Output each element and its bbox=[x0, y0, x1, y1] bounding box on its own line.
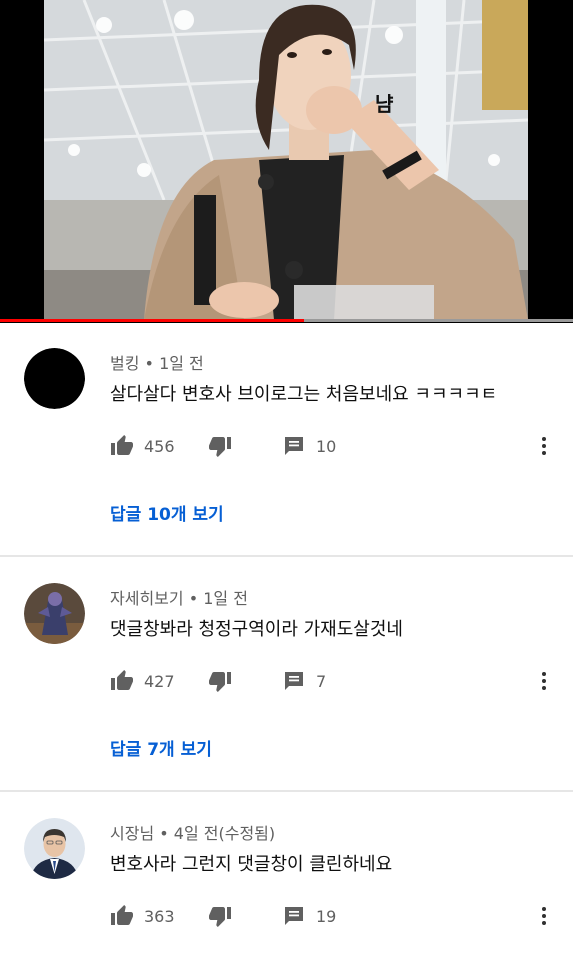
like-count: 456 bbox=[144, 436, 175, 456]
thumbs-up-icon bbox=[111, 670, 133, 690]
comment-icon bbox=[285, 907, 303, 925]
thumbs-down-icon bbox=[209, 907, 231, 927]
thumbs-down-icon bbox=[209, 437, 231, 457]
avatar[interactable] bbox=[24, 348, 85, 409]
comment-time: • 1일 전 bbox=[188, 589, 248, 608]
comment-author[interactable]: 벌킹 bbox=[110, 354, 139, 373]
comment-author[interactable]: 자세히보기 bbox=[110, 589, 184, 608]
comment-text: 변호사라 그런지 댓글창이 클린하네요 bbox=[110, 854, 393, 875]
game-character-avatar-icon bbox=[24, 583, 85, 644]
suited-man-avatar-icon bbox=[24, 818, 85, 879]
dislike-button[interactable] bbox=[208, 669, 232, 693]
divider bbox=[0, 790, 573, 792]
progress-bar[interactable] bbox=[0, 319, 573, 322]
video-scene bbox=[44, 0, 528, 320]
reply-count: 19 bbox=[316, 906, 337, 926]
comment-time: • 1일 전 bbox=[144, 354, 204, 373]
video-player[interactable]: 냠 bbox=[0, 0, 573, 323]
like-button[interactable]: 427 bbox=[110, 669, 175, 693]
comment-time: • 4일 전(수정됨) bbox=[159, 824, 276, 843]
reply-button[interactable]: 19 bbox=[282, 904, 336, 928]
more-options-button[interactable] bbox=[532, 434, 556, 458]
thumbs-up-icon bbox=[111, 435, 133, 455]
avatar[interactable] bbox=[24, 583, 85, 644]
view-replies-link[interactable]: 답글 7개 보기 bbox=[110, 735, 212, 760]
reply-count: 10 bbox=[316, 436, 337, 456]
avatar[interactable] bbox=[24, 818, 85, 879]
comment-meta: 시장님 • 4일 전(수정됨) bbox=[110, 820, 275, 844]
reply-button[interactable]: 10 bbox=[282, 434, 336, 458]
comment-actions: 363 19 bbox=[110, 904, 560, 928]
thumbs-down-icon bbox=[209, 672, 231, 692]
black-circle-avatar-icon bbox=[24, 348, 85, 409]
like-count: 363 bbox=[144, 906, 175, 926]
comment-meta: 자세히보기 • 1일 전 bbox=[110, 585, 248, 609]
comment-actions: 456 10 bbox=[110, 434, 560, 458]
more-options-button[interactable] bbox=[532, 904, 556, 928]
more-options-button[interactable] bbox=[532, 669, 556, 693]
comment-icon bbox=[285, 437, 303, 455]
dislike-button[interactable] bbox=[208, 434, 232, 458]
like-button[interactable]: 456 bbox=[110, 434, 175, 458]
comment-actions: 427 7 bbox=[110, 669, 560, 693]
like-count: 427 bbox=[144, 671, 175, 691]
video-caption: 냠 bbox=[375, 92, 394, 116]
comment-meta: 벌킹 • 1일 전 bbox=[110, 350, 204, 374]
view-replies-link[interactable]: 답글 10개 보기 bbox=[110, 500, 224, 525]
video-frame: 냠 bbox=[44, 0, 528, 320]
reply-count: 7 bbox=[316, 671, 327, 691]
divider bbox=[0, 555, 573, 557]
progress-fill bbox=[0, 319, 304, 322]
comment-text: 살다살다 변호사 브이로그는 처음보네요 ㅋㅋㅋㅋㅌ bbox=[110, 384, 498, 405]
reply-button[interactable]: 7 bbox=[282, 669, 326, 693]
thumbs-up-icon bbox=[111, 905, 133, 925]
comment-author[interactable]: 시장님 bbox=[110, 824, 154, 843]
like-button[interactable]: 363 bbox=[110, 904, 175, 928]
more-vertical-icon bbox=[542, 672, 546, 690]
more-vertical-icon bbox=[542, 907, 546, 925]
comment-text: 댓글창봐라 청정구역이라 가재도살것네 bbox=[110, 619, 403, 640]
comment-icon bbox=[285, 672, 303, 690]
more-vertical-icon bbox=[542, 437, 546, 455]
dislike-button[interactable] bbox=[208, 904, 232, 928]
